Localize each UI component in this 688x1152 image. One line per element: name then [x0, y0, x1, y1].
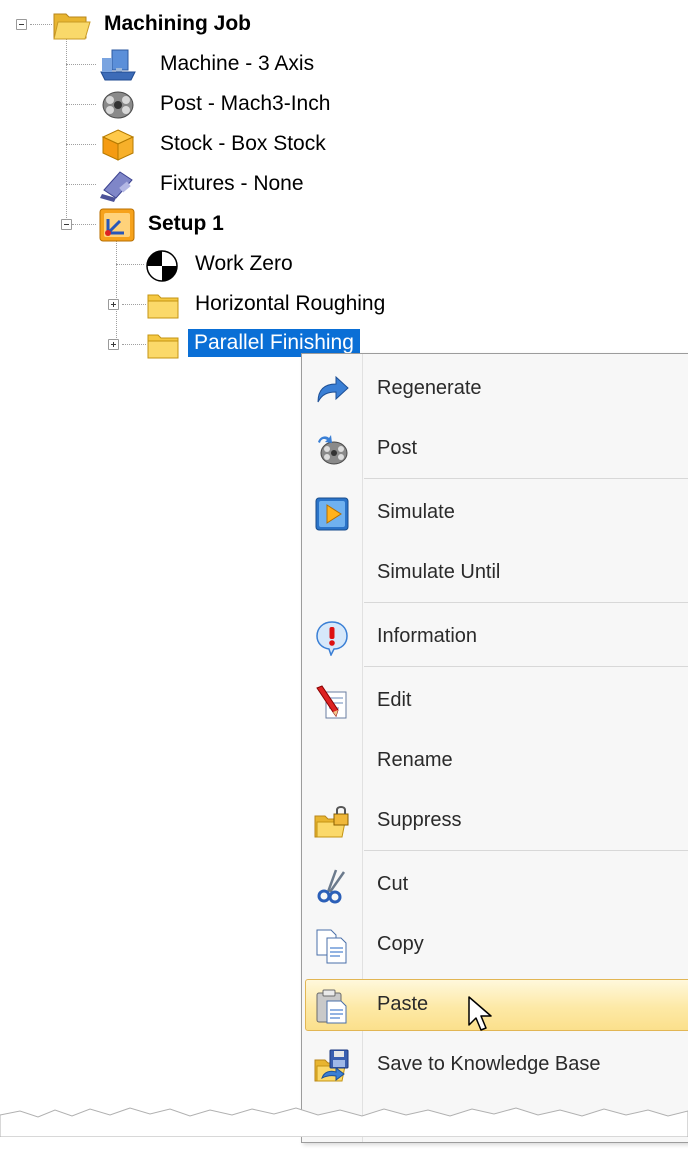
tree-connector	[30, 24, 52, 25]
folder-icon	[146, 330, 180, 360]
work-zero-icon	[144, 248, 180, 284]
tree-root-label[interactable]: Machining Job	[104, 11, 251, 37]
tree-connector	[72, 224, 96, 225]
menu-item-simulate-until[interactable]: Simulate Until	[302, 544, 688, 600]
menu-item-save-to-knowledge-base[interactable]: Save to Knowledge Base	[302, 1036, 688, 1092]
tree-connector	[66, 184, 96, 185]
information-icon	[314, 620, 350, 657]
expand-toggle[interactable]	[108, 339, 119, 350]
post-reel-icon	[100, 88, 136, 122]
machine-icon	[98, 48, 138, 82]
menu-item-hover-highlight	[305, 979, 688, 1031]
collapse-toggle[interactable]	[16, 19, 27, 30]
tree-connector	[116, 264, 144, 265]
menu-item-information[interactable]: Information	[302, 608, 688, 664]
expand-toggle[interactable]	[108, 299, 119, 310]
mouse-cursor-icon	[468, 996, 492, 1031]
menu-item-cut[interactable]: Cut	[302, 856, 688, 912]
tree-connector	[122, 344, 146, 345]
copy-icon	[314, 928, 350, 964]
fixture-vise-icon	[98, 166, 138, 204]
menu-item-post[interactable]: Post	[302, 420, 688, 476]
operations-tree: Machining Job Machine - 3 Axis Post - Ma…	[0, 0, 688, 400]
stock-box-icon	[100, 127, 136, 163]
suppress-lock-folder-icon	[314, 804, 350, 840]
tree-connector	[116, 238, 117, 346]
post-icon	[314, 432, 350, 468]
tree-item-horizontal-roughing[interactable]: Horizontal Roughing	[195, 291, 385, 317]
scissors-icon	[314, 868, 350, 904]
save-knowledge-base-icon	[314, 1048, 350, 1084]
regenerate-arrow-icon	[314, 372, 350, 408]
paste-icon	[314, 988, 350, 1024]
menu-separator	[364, 478, 688, 479]
menu-separator	[364, 666, 688, 667]
tree-item-post[interactable]: Post - Mach3-Inch	[160, 91, 330, 117]
menu-item-regenerate[interactable]: Regenerate	[302, 360, 688, 416]
collapse-toggle[interactable]	[61, 219, 72, 230]
open-folder-icon	[52, 8, 92, 42]
tree-item-stock[interactable]: Stock - Box Stock	[160, 131, 326, 157]
menu-separator	[364, 850, 688, 851]
menu-item-copy[interactable]: Copy	[302, 916, 688, 972]
menu-item-simulate[interactable]: Simulate	[302, 484, 688, 540]
edit-pencil-icon	[314, 684, 350, 720]
menu-item-rename[interactable]: Rename	[302, 732, 688, 788]
menu-separator	[364, 602, 688, 603]
folder-icon	[146, 290, 180, 320]
tree-item-setup[interactable]: Setup 1	[148, 211, 224, 237]
tree-connector	[66, 64, 96, 65]
setup-icon	[98, 207, 136, 243]
menu-item-suppress[interactable]: Suppress	[302, 792, 688, 848]
tree-connector	[66, 104, 96, 105]
tree-item-machine[interactable]: Machine - 3 Axis	[160, 51, 314, 77]
tree-item-work-zero[interactable]: Work Zero	[195, 251, 293, 277]
tree-connector	[122, 304, 146, 305]
menu-item-edit[interactable]: Edit	[302, 672, 688, 728]
tree-item-fixtures[interactable]: Fixtures - None	[160, 171, 304, 197]
torn-edge-decoration	[0, 1107, 688, 1137]
simulate-play-icon	[314, 496, 350, 532]
tree-connector	[66, 144, 96, 145]
